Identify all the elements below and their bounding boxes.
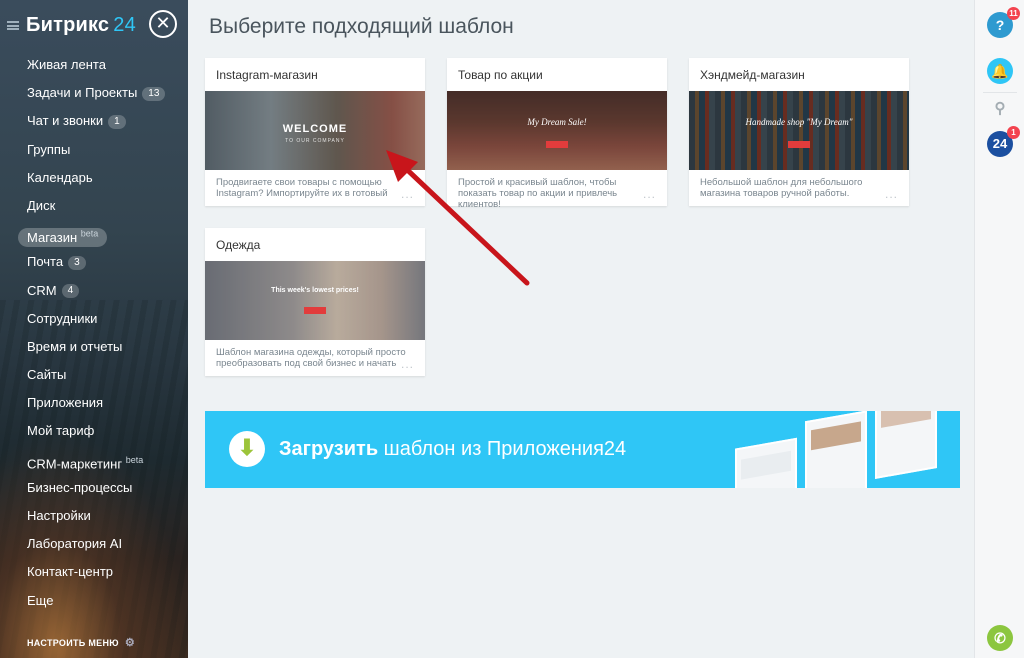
card-description: Шаблон магазина одежды, который просто п…	[216, 347, 414, 371]
menu-item-contact-center[interactable]: Контакт-центр	[0, 559, 188, 587]
bell-icon[interactable]: 🔔	[987, 58, 1013, 84]
phone-icon[interactable]: ✆	[987, 625, 1013, 651]
left-menu-list: Живая лента Задачи и Проекты 13 Чат и зво…	[0, 52, 188, 616]
preview-button	[546, 141, 568, 148]
banner-text: Загрузить шаблон из Приложения24	[279, 438, 627, 460]
preview-text: Handmade shop "My Dream"	[745, 117, 853, 127]
counter-badge: 13	[142, 86, 166, 101]
notification-badge: 11	[1007, 7, 1020, 20]
template-card-handmade[interactable]: Хэндмейд-магазин Handmade shop "My Dream…	[689, 58, 909, 206]
card-title: Хэндмейд-магазин	[700, 68, 805, 82]
logo[interactable]: Битрикс 24	[26, 14, 136, 37]
menu-item-apps[interactable]: Приложения	[0, 390, 188, 418]
menu-item-employees[interactable]: Сотрудники	[0, 306, 188, 334]
left-menu: Битрикс 24 ✕ Живая лента Задачи и Проекты…	[0, 0, 188, 658]
preview-button	[304, 307, 326, 314]
close-icon[interactable]: ✕	[149, 10, 177, 38]
card-description: Небольшой шаблон для небольшого магазина…	[700, 177, 898, 201]
counter-badge: 1	[108, 114, 126, 129]
menu-item-groups[interactable]: Группы	[0, 137, 188, 165]
menu-item-more[interactable]: Еще	[0, 588, 188, 616]
download-icon: ⬇	[229, 431, 265, 467]
more-icon[interactable]: ...	[401, 358, 414, 370]
preview-text: My Dream Sale!	[527, 117, 587, 127]
menu-item-business-processes[interactable]: Бизнес-процессы	[0, 475, 188, 503]
search-icon[interactable]: ⚲	[987, 96, 1013, 122]
card-title: Товар по акции	[458, 68, 543, 82]
annotation-arrow	[386, 150, 530, 286]
more-icon[interactable]: ...	[885, 188, 898, 200]
menu-toggle-icon[interactable]	[7, 21, 19, 30]
gear-icon: ⚙	[124, 637, 136, 649]
menu-item-shop[interactable]: Магазин beta	[0, 221, 188, 249]
upload-template-banner[interactable]: ⬇ Загрузить шаблон из Приложения24	[205, 411, 960, 488]
menu-item-tariff[interactable]: Мой тариф	[0, 418, 188, 446]
card-title: Instagram-магазин	[216, 68, 318, 82]
counter-badge: 4	[61, 284, 80, 299]
menu-item-crm[interactable]: CRM 4	[0, 278, 188, 306]
menu-item-mail[interactable]: Почта 3	[0, 249, 188, 277]
menu-item-disk[interactable]: Диск	[0, 193, 188, 221]
preview-subtext: TO OUR COMPANY	[285, 138, 345, 144]
menu-item-live-feed[interactable]: Живая лента	[0, 52, 188, 80]
more-icon[interactable]: ...	[643, 188, 656, 200]
menu-item-chat[interactable]: Чат и звонки 1	[0, 108, 188, 136]
menu-item-settings[interactable]: Настройки	[0, 503, 188, 531]
b24-network-icon[interactable]: 24 1	[987, 126, 1020, 157]
preview-text: WELCOME	[282, 123, 348, 135]
help-icon[interactable]: ? 11	[987, 7, 1020, 38]
logo-row: Битрикс 24 ✕	[0, 10, 188, 40]
menu-item-time-reports[interactable]: Время и отчеты	[0, 334, 188, 362]
setup-menu-link[interactable]: НАСТРОИТЬ МЕНЮ ⚙	[27, 636, 135, 649]
preview-button	[788, 141, 810, 148]
right-bar: ? 11 🔔 ⚲ 24 1 ✆	[974, 0, 1024, 658]
menu-item-sites[interactable]: Сайты	[0, 362, 188, 390]
menu-item-crm-marketing[interactable]: CRM-маркетинг beta	[0, 447, 188, 475]
banner-screenshots	[685, 411, 960, 488]
template-preview-image: Handmade shop "My Dream"	[689, 91, 909, 170]
counter-badge: 3	[68, 255, 86, 270]
notification-badge: 1	[1007, 126, 1020, 139]
menu-item-tasks[interactable]: Задачи и Проекты 13	[0, 80, 188, 108]
menu-item-calendar[interactable]: Календарь	[0, 165, 188, 193]
menu-item-ai-lab[interactable]: Лаборатория AI	[0, 531, 188, 559]
page-title: Выберите подходящий шаблон	[209, 15, 514, 38]
